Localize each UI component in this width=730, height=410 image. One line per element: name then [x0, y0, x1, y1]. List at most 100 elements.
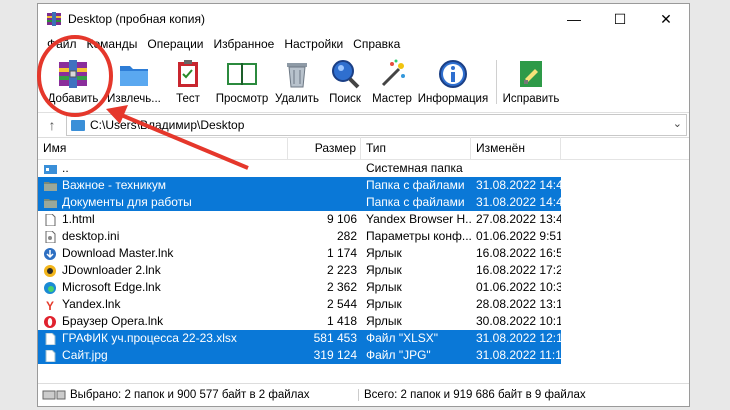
table-row[interactable]: desktop.ini 282 Параметры конф... 01.06.202… [38, 228, 689, 245]
column-modified[interactable]: Изменён [471, 137, 561, 159]
toolbar-separator [496, 60, 497, 104]
repair-button[interactable]: Исправить [503, 54, 559, 108]
file-size: 2 544 [326, 297, 357, 311]
table-row[interactable]: Сайт.jpg 319 124 Файл "JPG" 31.08.2022 11:1… [38, 347, 689, 364]
file-size: 282 [336, 229, 357, 243]
file-rows: .. Системная папка Важное - техникум Папка … [38, 160, 689, 364]
maximize-button[interactable]: ☐ [597, 4, 643, 34]
extract-label: Извлечь... [107, 93, 161, 105]
up-arrow-icon[interactable]: ↑ [38, 114, 66, 136]
wizard-wand-icon [381, 59, 405, 87]
file-type: Параметры конф... [366, 229, 471, 243]
table-row[interactable]: .. Системная папка [38, 160, 689, 177]
file-type: Файл "JPG" [361, 347, 471, 364]
drive-icon [42, 390, 66, 400]
list-header: Имя Размер Тип Изменён [38, 137, 689, 160]
opera-icon [44, 315, 62, 328]
table-row[interactable]: Важное - техникум Папка с файлами 31.08.20… [38, 177, 689, 194]
view-button[interactable]: Просмотр [212, 54, 272, 108]
menu-commands[interactable]: Команды [82, 37, 143, 51]
file-name: .. [62, 161, 69, 175]
winrar-app-icon [47, 12, 61, 26]
menu-help[interactable]: Справка [348, 37, 405, 51]
file-type: Ярлык [366, 297, 402, 311]
download-master-icon [44, 247, 62, 260]
add-button[interactable]: Добавить [42, 54, 104, 108]
table-row[interactable]: JDownloader 2.lnk 2 223 Ярлык 16.08.2022 17… [38, 262, 689, 279]
table-row[interactable]: Браузер Opera.lnk 1 418 Ярлык 30.08.2022 10… [38, 313, 689, 330]
table-row[interactable]: ГРАФИК уч.процесса 22-23.xlsx 581 453 Файл… [38, 330, 689, 347]
file-list: Имя Размер Тип Изменён .. Системная папка… [38, 137, 689, 382]
path-input[interactable]: C:\Users\Владимир\Desktop ⌄ [66, 114, 687, 136]
file-modified: 31.08.2022 14:41 [471, 177, 561, 194]
file-modified: 28.08.2022 13:16 [476, 297, 561, 311]
winrar-add-icon [59, 60, 87, 88]
xlsx-file-icon [44, 332, 62, 345]
menu-favorites[interactable]: Избранное [209, 37, 280, 51]
table-row[interactable]: Документы для работы Папка с файлами 31.08… [38, 194, 689, 211]
file-modified: 16.08.2022 17:21 [476, 263, 561, 277]
title-bar: Desktop (пробная копия) — ☐ ✕ [38, 4, 689, 34]
table-row[interactable]: Y Yandex.lnk 2 544 Ярлык 28.08.2022 13:16 [38, 296, 689, 313]
file-modified: 31.08.2022 11:18 [471, 347, 561, 364]
file-name: ГРАФИК уч.процесса 22-23.xlsx [62, 330, 237, 347]
table-row[interactable]: Microsoft Edge.lnk 2 362 Ярлык 01.06.2022 1… [38, 279, 689, 296]
menu-operations[interactable]: Операции [142, 37, 208, 51]
file-name: JDownloader 2.lnk [62, 263, 161, 277]
file-name: Download Master.lnk [62, 246, 174, 260]
menu-settings[interactable]: Настройки [279, 37, 348, 51]
file-modified: 16.08.2022 16:57 [476, 246, 561, 260]
file-size [288, 160, 361, 177]
table-row[interactable]: Download Master.lnk 1 174 Ярлык 16.08.2022 … [38, 245, 689, 262]
view-label: Просмотр [215, 93, 269, 105]
file-modified: 30.08.2022 10:14 [476, 314, 561, 328]
test-clipboard-icon [178, 60, 198, 87]
chevron-down-icon[interactable]: ⌄ [673, 117, 682, 130]
file-size: 9 106 [326, 212, 357, 226]
file-name: Документы для работы [62, 194, 192, 211]
file-type: Файл "XLSX" [361, 330, 471, 347]
file-type: Папка с файлами [361, 177, 471, 194]
jdownloader-icon [44, 264, 62, 277]
file-modified [471, 160, 561, 177]
menu-file[interactable]: Файл [42, 37, 82, 51]
file-size: 1 418 [326, 314, 357, 328]
path-bar: ↑ C:\Users\Владимир\Desktop ⌄ [38, 113, 689, 138]
wizard-button[interactable]: Мастер [368, 54, 416, 108]
folder-icon [71, 119, 85, 131]
table-row[interactable]: 1.html 9 106 Yandex Browser H... 27.08.2022… [38, 211, 689, 228]
menu-bar: Файл Команды Операции Избранное Настройк… [38, 34, 689, 54]
file-size: 319 124 [288, 347, 361, 364]
file-name: Важное - техникум [62, 177, 166, 194]
file-name: Microsoft Edge.lnk [62, 280, 161, 294]
test-button[interactable]: Тест [164, 54, 212, 108]
info-button[interactable]: Информация [416, 54, 490, 108]
delete-button[interactable]: Удалить [272, 54, 322, 108]
status-total: Всего: 2 папок и 919 686 байт в 9 файлах [364, 389, 586, 401]
file-type: Папка с файлами [361, 194, 471, 211]
add-label: Добавить [47, 93, 99, 105]
search-button[interactable]: Поиск [322, 54, 368, 108]
extract-button[interactable]: Извлечь... [104, 54, 164, 108]
close-button[interactable]: ✕ [643, 4, 689, 34]
search-icon [332, 60, 360, 89]
file-modified: 27.08.2022 13:41 [476, 212, 561, 226]
status-selected: Выбрано: 2 папок и 900 577 байт в 2 файл… [70, 389, 310, 401]
view-book-icon [227, 63, 257, 85]
file-size: 2 362 [326, 280, 357, 294]
column-type[interactable]: Тип [361, 137, 471, 159]
file-size [288, 177, 361, 194]
file-type: Системная папка [366, 161, 463, 175]
html-file-icon [44, 213, 62, 226]
file-modified: 31.08.2022 12:14 [471, 330, 561, 347]
toolbar: Добавить Извлечь... Тест Просмотр Удалит… [38, 54, 689, 113]
file-name: 1.html [62, 212, 95, 226]
file-name: Сайт.jpg [62, 347, 108, 364]
column-size[interactable]: Размер [288, 137, 361, 159]
info-icon [439, 60, 467, 88]
file-type: Ярлык [366, 314, 402, 328]
column-name[interactable]: Имя [38, 137, 288, 159]
minimize-button[interactable]: — [551, 4, 597, 34]
wizard-label: Мастер [372, 93, 412, 105]
file-type: Ярлык [366, 263, 402, 277]
